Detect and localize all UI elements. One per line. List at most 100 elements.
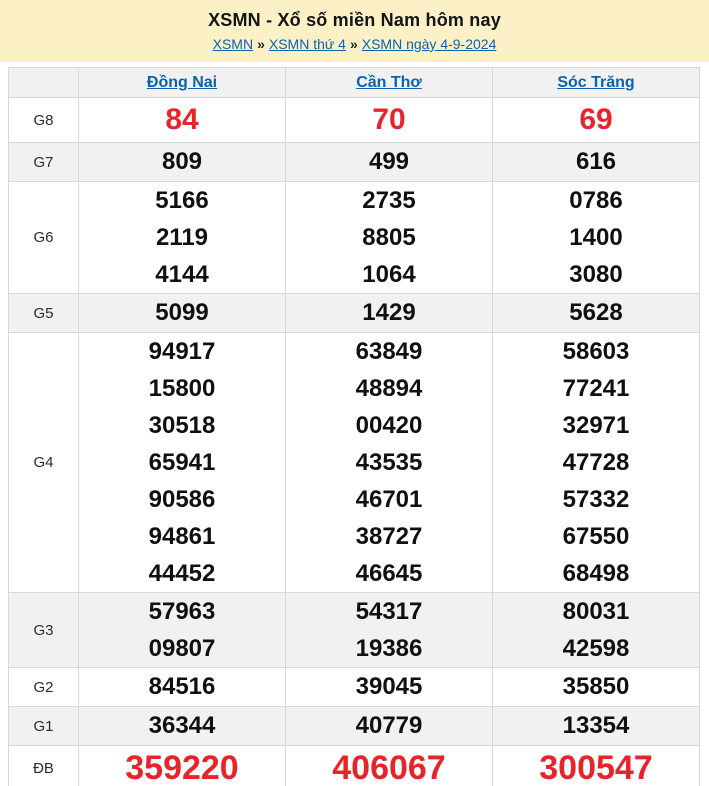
results-table: Đồng Nai Cần Thơ Sóc Trăng G8 84 70 69 G7 809 49… — [8, 67, 700, 786]
result-cell-g4-dong-nai: 94917 15800 30518 65941 90586 94861 44452 — [78, 332, 286, 593]
result-row-g5: G5 5099 1429 5628 — [8, 293, 700, 333]
result-number: 47728 — [562, 449, 630, 476]
result-number: 65941 — [148, 449, 216, 476]
prize-label-g5: G5 — [8, 293, 79, 333]
result-number: 8805 — [362, 224, 416, 251]
province-link-dong-nai[interactable]: Đồng Nai — [147, 74, 217, 91]
result-row-g1: G1 36344 40779 13354 — [8, 706, 700, 746]
province-header-can-tho: Cần Thơ — [285, 67, 493, 98]
prize-label-db: ĐB — [8, 745, 79, 786]
result-cell-g5-dong-nai: 5099 — [78, 293, 286, 333]
result-number: 42598 — [562, 635, 630, 662]
result-cell-g3-dong-nai: 57963 09807 — [78, 592, 286, 668]
province-link-can-tho[interactable]: Cần Thơ — [356, 74, 422, 91]
result-number: 57963 — [148, 598, 216, 625]
result-number: 90586 — [148, 486, 216, 513]
result-number: 67550 — [562, 523, 630, 550]
province-link-soc-trang[interactable]: Sóc Trăng — [557, 74, 634, 91]
result-number: 499 — [368, 148, 410, 175]
result-number: 19386 — [355, 635, 423, 662]
result-cell-g5-soc-trang: 5628 — [492, 293, 700, 333]
breadcrumb-link-xsmn-ngay-4-9-2024[interactable]: XSMN ngày 4-9-2024 — [362, 36, 497, 52]
result-number: 70 — [372, 103, 406, 136]
breadcrumb-link-xsmn-thu-4[interactable]: XSMN thứ 4 — [269, 36, 346, 52]
result-cell-g6-can-tho: 2735 8805 1064 — [285, 181, 493, 294]
result-number: 57332 — [562, 486, 630, 513]
result-cell-g8-dong-nai: 84 — [78, 97, 286, 143]
result-number: 35850 — [562, 673, 630, 700]
result-number: 39045 — [355, 673, 423, 700]
result-number: 359220 — [125, 749, 239, 786]
result-number: 54317 — [355, 598, 423, 625]
result-number: 32971 — [562, 412, 630, 439]
result-cell-g7-soc-trang: 616 — [492, 142, 700, 182]
result-cell-g4-soc-trang: 58603 77241 32971 47728 57332 67550 68498 — [492, 332, 700, 593]
result-number: 30518 — [148, 412, 216, 439]
results-body: G8 84 70 69 G7 809 499 616 G6 5166 2119 4144 2735 880… — [8, 97, 700, 786]
result-number: 5099 — [155, 299, 209, 326]
prize-label-g1: G1 — [8, 706, 79, 746]
result-number: 1400 — [569, 224, 623, 251]
result-number: 69 — [579, 103, 613, 136]
result-row-g6: G6 5166 2119 4144 2735 8805 1064 0786 1400 3080 — [8, 181, 700, 294]
result-number: 48894 — [355, 375, 423, 402]
result-number: 44452 — [148, 560, 216, 587]
result-cell-db-soc-trang: 300547 — [492, 745, 700, 786]
result-number: 3080 — [569, 261, 623, 288]
result-cell-g6-soc-trang: 0786 1400 3080 — [492, 181, 700, 294]
result-row-db: ĐB 359220 406067 300547 — [8, 745, 700, 786]
result-cell-g2-dong-nai: 84516 — [78, 667, 286, 707]
breadcrumb: XSMN» XSMN thứ 4» XSMN ngày 4-9-2024 — [0, 36, 709, 52]
result-cell-g4-can-tho: 63849 48894 00420 43535 46701 38727 46645 — [285, 332, 493, 593]
result-number: 300547 — [539, 749, 653, 786]
result-number: 46645 — [355, 560, 423, 587]
province-header-row: Đồng Nai Cần Thơ Sóc Trăng — [8, 67, 700, 98]
result-number: 84 — [165, 103, 199, 136]
result-cell-g3-can-tho: 54317 19386 — [285, 592, 493, 668]
result-number: 616 — [575, 148, 617, 175]
result-cell-g1-dong-nai: 36344 — [78, 706, 286, 746]
prize-label-g8: G8 — [8, 97, 79, 143]
result-cell-g3-soc-trang: 80031 42598 — [492, 592, 700, 668]
result-number: 0786 — [569, 187, 623, 214]
result-number: 13354 — [562, 712, 630, 739]
result-number: 38727 — [355, 523, 423, 550]
result-cell-g6-dong-nai: 5166 2119 4144 — [78, 181, 286, 294]
corner-cell — [8, 67, 79, 98]
prize-label-g3: G3 — [8, 592, 79, 668]
result-number: 58603 — [562, 338, 630, 365]
result-number: 406067 — [332, 749, 446, 786]
result-cell-g5-can-tho: 1429 — [285, 293, 493, 333]
breadcrumb-link-xsmn[interactable]: XSMN — [213, 36, 253, 52]
result-cell-g1-can-tho: 40779 — [285, 706, 493, 746]
result-number: 5628 — [569, 299, 623, 326]
result-number: 94861 — [148, 523, 216, 550]
result-number: 40779 — [355, 712, 423, 739]
province-header-dong-nai: Đồng Nai — [78, 67, 286, 98]
breadcrumb-separator: » — [349, 36, 358, 52]
result-number: 09807 — [148, 635, 216, 662]
result-number: 809 — [161, 148, 203, 175]
result-number: 68498 — [562, 560, 630, 587]
result-number: 5166 — [155, 187, 209, 214]
result-row-g4: G4 94917 15800 30518 65941 90586 94861 44452 638… — [8, 332, 700, 593]
result-cell-g2-soc-trang: 35850 — [492, 667, 700, 707]
result-cell-g8-can-tho: 70 — [285, 97, 493, 143]
result-cell-g7-dong-nai: 809 — [78, 142, 286, 182]
result-cell-db-dong-nai: 359220 — [78, 745, 286, 786]
result-number: 2735 — [362, 187, 416, 214]
result-cell-g7-can-tho: 499 — [285, 142, 493, 182]
result-number: 46701 — [355, 486, 423, 513]
result-number: 00420 — [355, 412, 423, 439]
prize-label-g6: G6 — [8, 181, 79, 294]
results-table-container: Đồng Nai Cần Thơ Sóc Trăng G8 84 70 69 G7 809 49… — [8, 67, 701, 786]
result-number: 2119 — [155, 224, 209, 251]
prize-label-g2: G2 — [8, 667, 79, 707]
result-row-g8: G8 84 70 69 — [8, 97, 700, 143]
result-cell-db-can-tho: 406067 — [285, 745, 493, 786]
result-cell-g2-can-tho: 39045 — [285, 667, 493, 707]
result-number: 1064 — [362, 261, 416, 288]
prize-label-g4: G4 — [8, 332, 79, 593]
result-number: 36344 — [148, 712, 216, 739]
result-row-g7: G7 809 499 616 — [8, 142, 700, 182]
